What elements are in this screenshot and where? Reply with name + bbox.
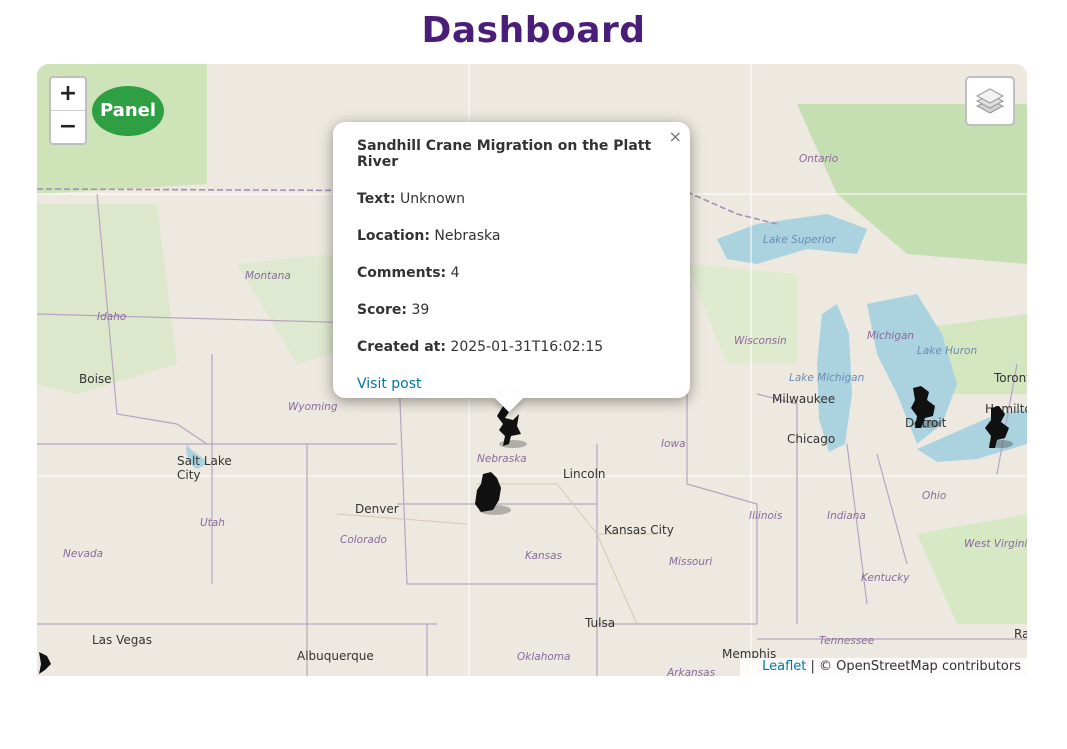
popup-field-location: Location: Nebraska (357, 228, 501, 244)
city-label: Ra (1014, 627, 1027, 641)
state-label: Ontario (799, 153, 839, 165)
panel-button[interactable]: Panel (92, 86, 164, 136)
zoom-in-button[interactable]: + (51, 78, 85, 110)
city-label: Lincoln (563, 467, 606, 481)
bird-marker-icon[interactable] (471, 470, 511, 516)
state-label: Utah (200, 517, 225, 529)
water-label: Lake Huron (917, 345, 978, 357)
state-label: Wyoming (288, 401, 338, 413)
popup-field-comments: Comments: 4 (357, 265, 460, 281)
bird-marker-icon[interactable] (37, 650, 57, 676)
city-label: Milwaukee (772, 392, 836, 406)
city-label: Boise (79, 372, 112, 386)
zoom-out-button[interactable]: − (51, 110, 85, 143)
city-label: Tulsa (585, 616, 616, 630)
page-title: Dashboard (421, 10, 646, 51)
state-label: Montana (245, 270, 291, 282)
crane-marker-icon[interactable] (493, 404, 529, 450)
map[interactable]: Boise Salt Lake City Denver Las Vegas Al… (37, 64, 1027, 676)
map-attribution: Leaflet | © OpenStreetMap contributors (740, 658, 1027, 676)
popup-field-score: Score: 39 (357, 302, 430, 318)
popup-title: Sandhill Crane Migration on the Platt Ri… (357, 138, 652, 170)
state-label: Illinois (749, 510, 783, 522)
state-label: Indiana (827, 510, 866, 522)
state-label: Tennessee (819, 635, 875, 647)
popup-field-created-at: Created at: 2025-01-31T16:02:15 (357, 339, 604, 355)
water-label: Lake Michigan (789, 372, 865, 384)
crane-marker-icon[interactable] (907, 384, 943, 430)
state-label: West Virginia (964, 538, 1027, 550)
state-label: Idaho (97, 311, 127, 323)
city-label: Albuquerque (297, 649, 374, 663)
popup-field-text: Text: Unknown (357, 191, 465, 207)
city-label: Chicago (787, 432, 836, 446)
state-label: Kansas (525, 550, 562, 562)
leaflet-link[interactable]: Leaflet (762, 659, 806, 674)
water-label: Lake Superior (763, 234, 836, 246)
state-label: Nebraska (477, 453, 527, 465)
layers-icon (975, 88, 1005, 114)
state-label: Michigan (867, 330, 915, 342)
marker-popup: × Sandhill Crane Migration on the Platt … (333, 122, 690, 413)
state-label: Kentucky (861, 572, 910, 584)
city-label: Las Vegas (92, 633, 152, 647)
state-label: Ohio (922, 490, 947, 502)
state-label: Colorado (340, 534, 387, 546)
visit-post-link[interactable]: Visit post (357, 376, 422, 392)
city-label: Toronto (994, 371, 1027, 385)
zoom-control: + − (49, 76, 87, 145)
state-label: Arkansas (667, 667, 716, 676)
city-label: Kansas City (604, 523, 674, 537)
state-label: Oklahoma (517, 651, 571, 663)
city-label: Denver (355, 502, 399, 516)
layers-control-button[interactable] (965, 76, 1015, 126)
osm-attribution: © OpenStreetMap contributors (819, 659, 1021, 674)
city-label: Salt Lake City (177, 454, 232, 482)
state-label: Iowa (661, 438, 686, 450)
state-label: Missouri (669, 556, 713, 568)
state-label: Nevada (63, 548, 104, 560)
crane-marker-icon[interactable] (983, 404, 1015, 450)
state-label: Wisconsin (734, 335, 787, 347)
